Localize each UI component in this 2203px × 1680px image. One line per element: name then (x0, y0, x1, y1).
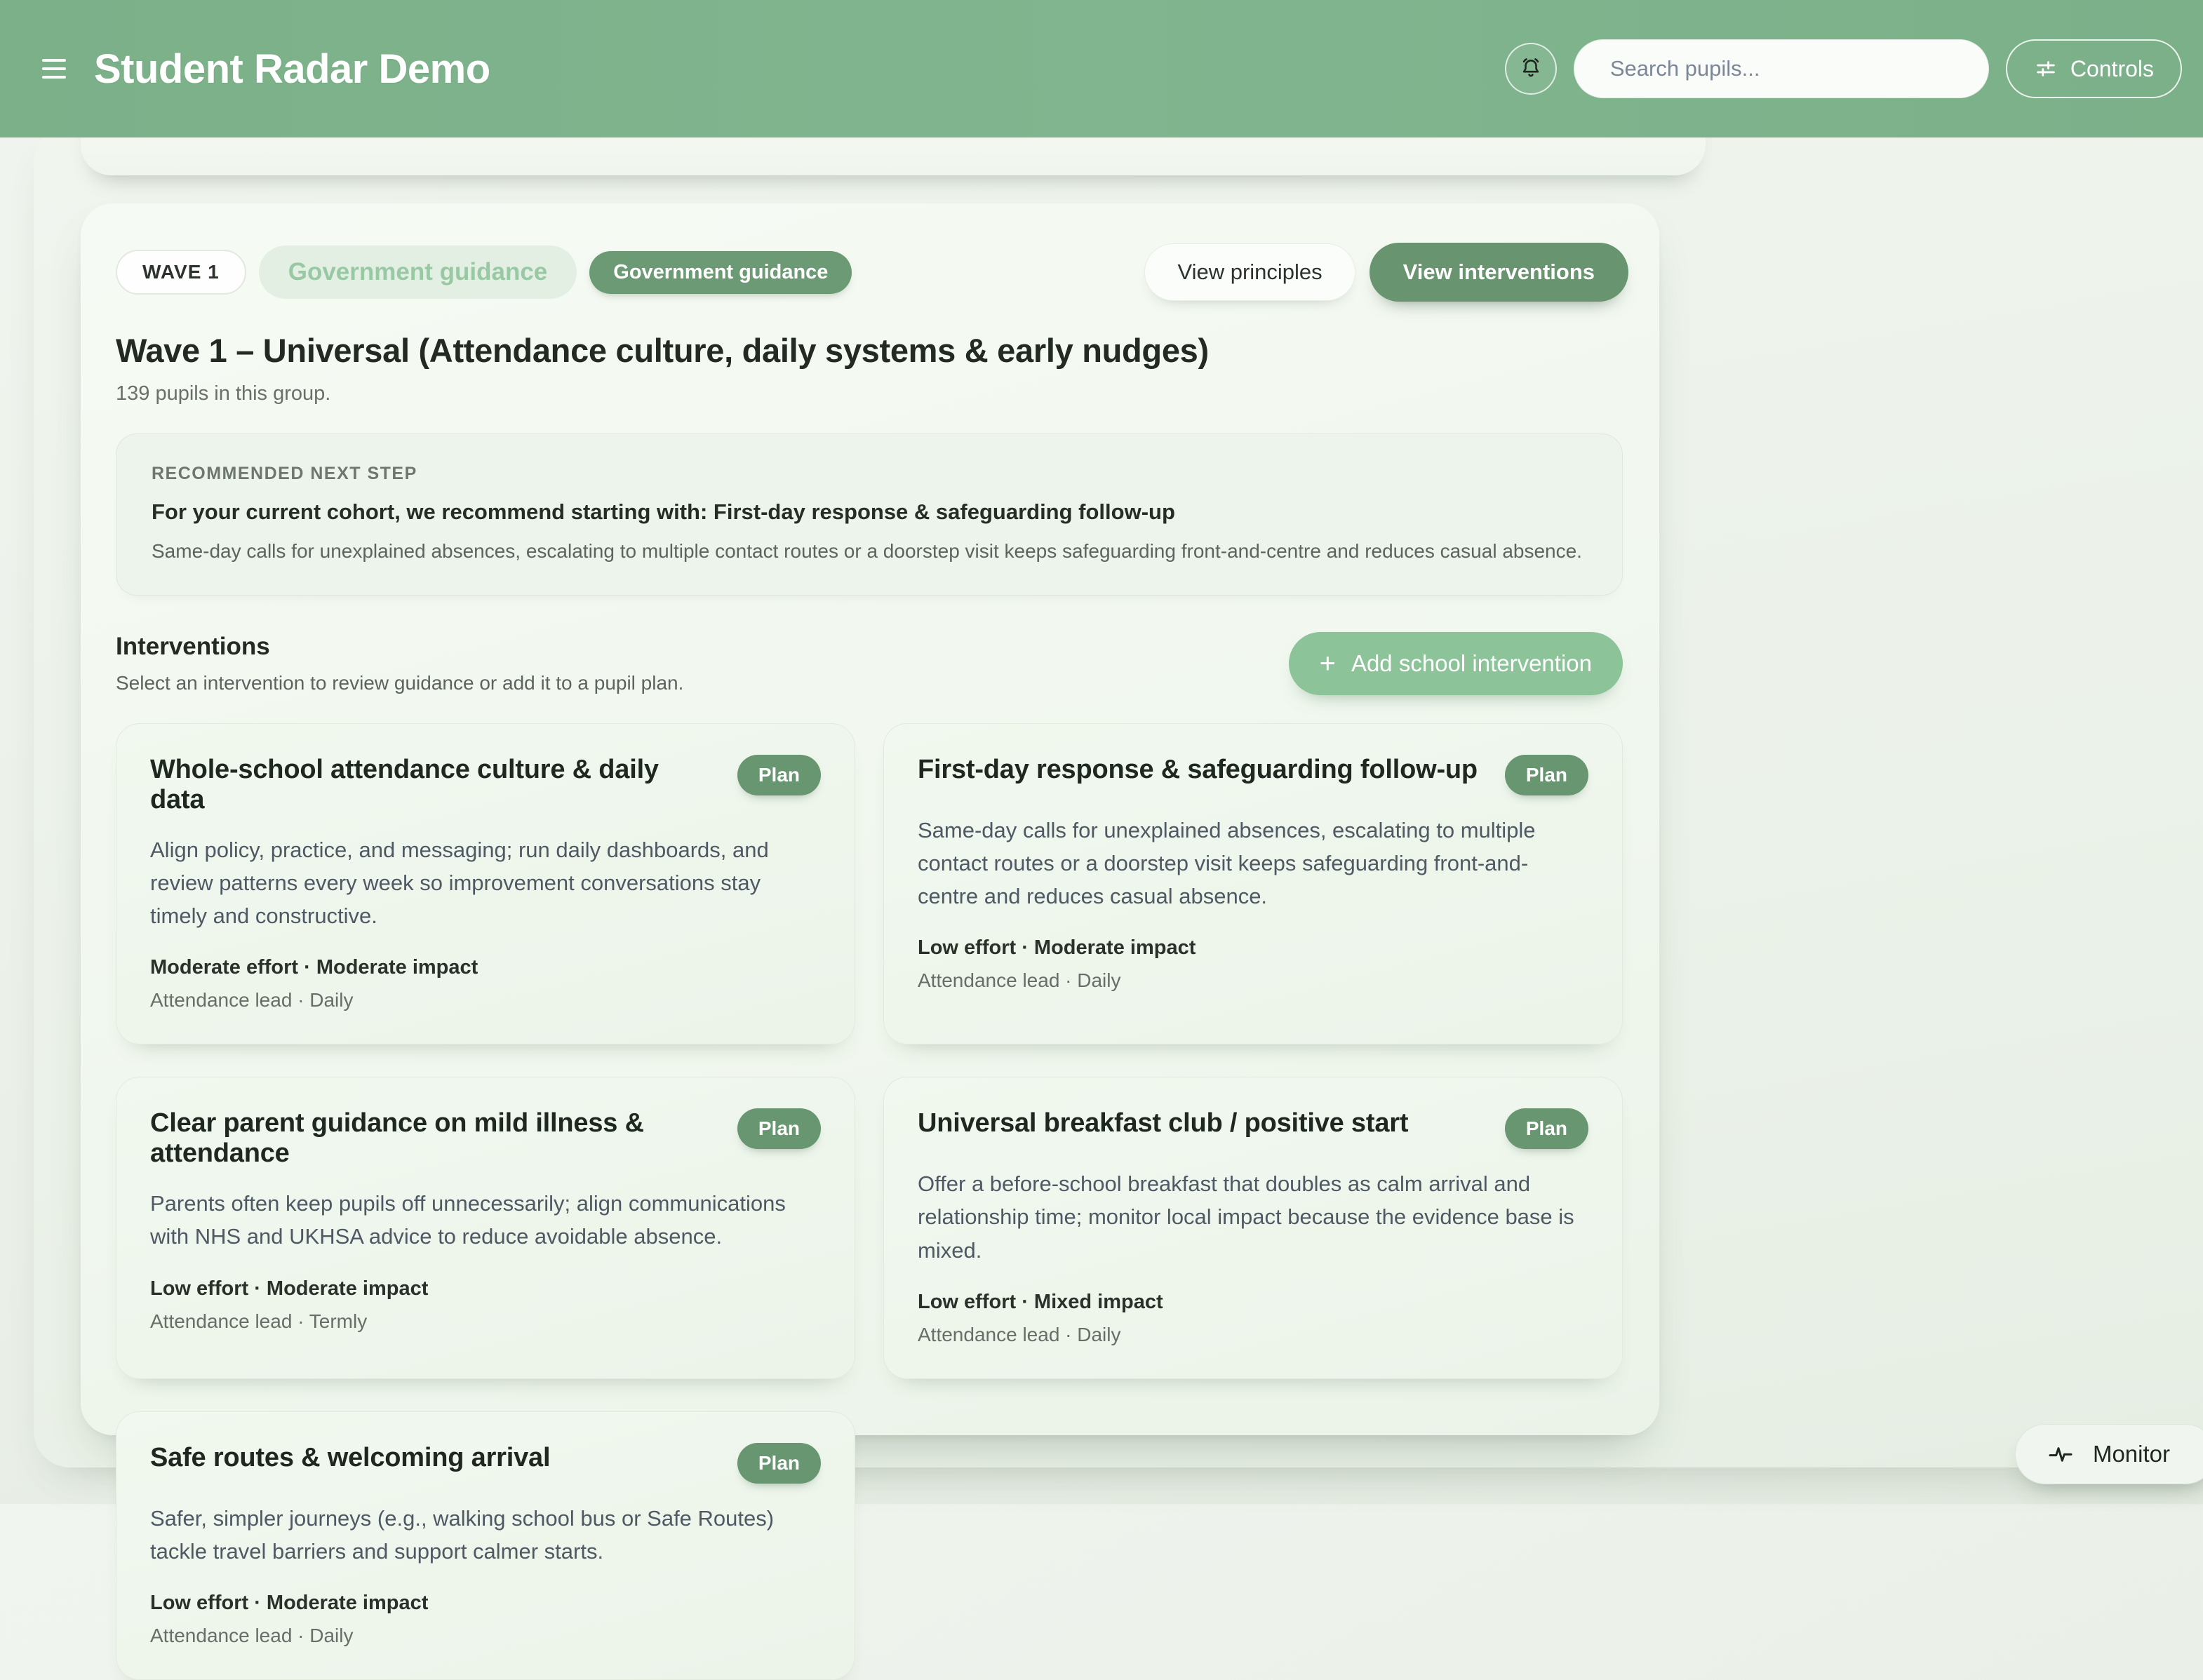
controls-button[interactable]: Controls (2006, 39, 2182, 98)
card-description: Parents often keep pupils off unnecessar… (150, 1187, 821, 1253)
recommendation-detail: Same-day calls for unexplained absences,… (152, 540, 1587, 563)
plan-badge[interactable]: Plan (1505, 755, 1588, 795)
panel-actions: View principles View interventions (1144, 243, 1628, 302)
card-effort-impact: Low effort · Mixed impact (918, 1291, 1588, 1314)
guidance-badge-light: Government guidance (259, 246, 577, 299)
wave-badge: WAVE 1 (116, 250, 246, 295)
card-effort-impact: Moderate effort · Moderate impact (150, 956, 821, 979)
guidance-badge-dark: Government guidance (589, 251, 852, 294)
intervention-card[interactable]: Universal breakfast club / positive star… (883, 1077, 1623, 1378)
card-owner-cadence: Attendance lead · Daily (918, 969, 1588, 992)
header-actions: Controls (1505, 39, 2182, 98)
card-description: Offer a before-school breakfast that dou… (918, 1167, 1588, 1266)
plan-badge[interactable]: Plan (737, 755, 821, 795)
pupil-count: 139 pupils in this group. (116, 382, 1628, 405)
plan-badge[interactable]: Plan (1505, 1108, 1588, 1149)
card-title: Universal breakfast club / positive star… (918, 1108, 1505, 1138)
card-title: Safe routes & welcoming arrival (150, 1443, 737, 1473)
interventions-header-text: Interventions Select an intervention to … (116, 633, 683, 694)
plus-icon: + (1320, 652, 1336, 675)
card-effort-impact: Low effort · Moderate impact (150, 1277, 821, 1301)
monitor-button[interactable]: Monitor (2015, 1424, 2203, 1484)
add-intervention-label: Add school intervention (1351, 650, 1592, 677)
add-school-intervention-button[interactable]: + Add school intervention (1289, 632, 1623, 695)
plan-badge[interactable]: Plan (737, 1108, 821, 1149)
monitor-label: Monitor (2093, 1441, 2170, 1467)
recommendation-headline: For your current cohort, we recommend st… (152, 499, 1587, 525)
menu-icon[interactable] (42, 59, 66, 79)
card-owner-cadence: Attendance lead · Termly (150, 1310, 821, 1333)
app-title: Student Radar Demo (94, 46, 490, 93)
card-title: First-day response & safeguarding follow… (918, 755, 1505, 785)
recommended-next-step: RECOMMENDED NEXT STEP For your current c… (116, 434, 1623, 596)
view-interventions-button[interactable]: View interventions (1370, 243, 1628, 302)
interventions-heading: Interventions (116, 633, 683, 661)
intervention-card[interactable]: Whole-school attendance culture & daily … (116, 723, 855, 1044)
sliders-icon (2034, 57, 2058, 81)
wave-panel: WAVE 1 Government guidance Government gu… (81, 203, 1659, 1435)
card-owner-cadence: Attendance lead · Daily (150, 1625, 821, 1647)
search-input[interactable] (1574, 39, 1989, 98)
controls-label: Controls (2070, 56, 2154, 82)
card-owner-cadence: Attendance lead · Daily (918, 1324, 1588, 1346)
app-header: Student Radar Demo Controls (0, 0, 2203, 137)
recommendation-label: RECOMMENDED NEXT STEP (152, 464, 1587, 484)
intervention-card[interactable]: Safe routes & welcoming arrival Plan Saf… (116, 1411, 855, 1680)
interventions-subheading: Select an intervention to review guidanc… (116, 672, 683, 694)
bell-icon (1518, 56, 1544, 81)
card-title: Whole-school attendance culture & daily … (150, 755, 737, 815)
interventions-header-row: Interventions Select an intervention to … (116, 632, 1623, 695)
card-description: Align policy, practice, and messaging; r… (150, 833, 821, 932)
card-owner-cadence: Attendance lead · Daily (150, 989, 821, 1012)
card-description: Same-day calls for unexplained absences,… (918, 814, 1588, 913)
pulse-icon (2047, 1440, 2075, 1468)
card-description: Safer, simpler journeys (e.g., walking s… (150, 1502, 821, 1568)
intervention-card[interactable]: Clear parent guidance on mild illness & … (116, 1077, 855, 1378)
card-effort-impact: Low effort · Moderate impact (918, 936, 1588, 960)
interventions-grid: Whole-school attendance culture & daily … (116, 723, 1623, 1680)
intervention-card[interactable]: First-day response & safeguarding follow… (883, 723, 1623, 1044)
notifications-button[interactable] (1505, 43, 1557, 95)
card-effort-impact: Low effort · Moderate impact (150, 1592, 821, 1615)
badge-row: WAVE 1 Government guidance Government gu… (116, 243, 1628, 302)
view-principles-button[interactable]: View principles (1144, 243, 1355, 301)
plan-badge[interactable]: Plan (737, 1443, 821, 1484)
card-title: Clear parent guidance on mild illness & … (150, 1108, 737, 1169)
page-title: Wave 1 – Universal (Attendance culture, … (116, 331, 1628, 370)
